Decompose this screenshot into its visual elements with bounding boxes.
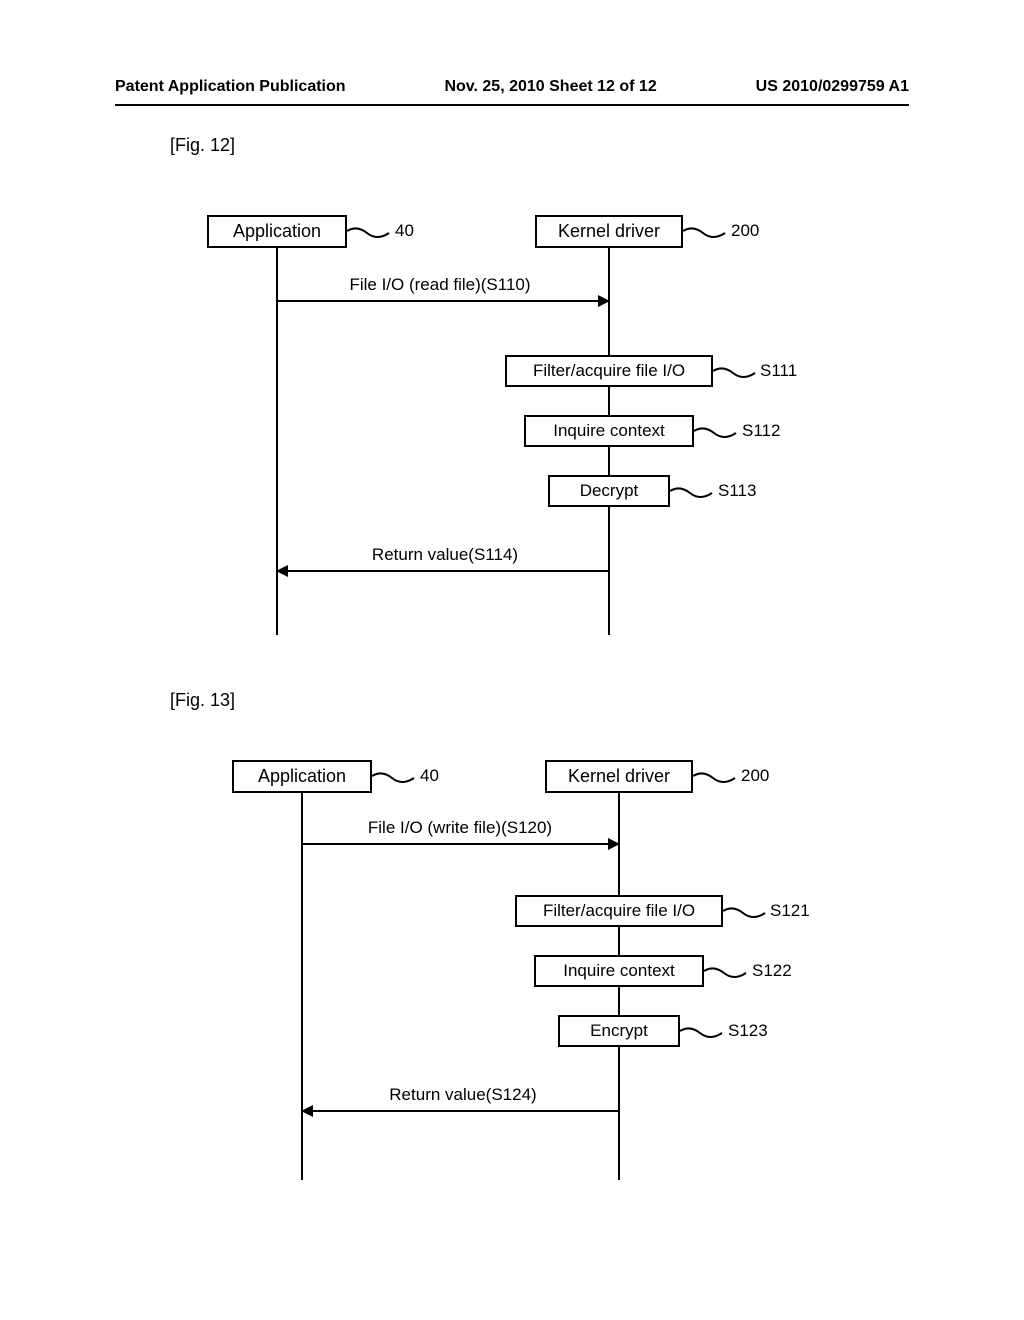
application-ref: 40 [420,766,439,786]
step-ref-s122: S122 [752,961,792,981]
filter-acquire-box: Filter/acquire file I/O [505,355,713,387]
step-ref-s112: S112 [742,421,780,441]
encrypt-box: Encrypt [558,1015,680,1047]
header-right: US 2010/0299759 A1 [756,78,909,96]
ref-curve-icon [694,423,744,443]
header-row: Patent Application Publication Nov. 25, … [115,78,909,96]
ref-curve-icon [670,483,720,503]
application-box: Application [207,215,347,248]
step-ref-s123: S123 [728,1021,768,1041]
ref-curve-icon [347,223,397,243]
ref-curve-icon [693,768,743,788]
ref-curve-icon [683,223,733,243]
application-box: Application [232,760,372,793]
message-line [288,570,608,572]
header-underline [115,104,909,106]
application-ref: 40 [395,221,414,241]
arrow-right-icon [608,838,620,850]
kernel-driver-box: Kernel driver [545,760,693,793]
arrow-left-icon [301,1105,313,1117]
arrow-right-icon [598,295,610,307]
kernel-driver-box: Kernel driver [535,215,683,248]
step-ref-s111: S111 [760,361,797,381]
ref-curve-icon [704,963,754,983]
message-return-value: Return value(S114) [330,545,560,565]
decrypt-box: Decrypt [548,475,670,507]
header-left: Patent Application Publication [115,78,346,96]
header-center: Nov. 25, 2010 Sheet 12 of 12 [444,78,656,96]
figure-13-diagram: Application 40 Kernel driver 200 File I/… [0,760,1024,1180]
step-ref-s113: S113 [718,481,756,501]
filter-acquire-box: Filter/acquire file I/O [515,895,723,927]
kernel-driver-ref: 200 [731,221,759,241]
arrow-left-icon [276,565,288,577]
figure-13-label: [Fig. 13] [170,690,235,711]
inquire-context-box: Inquire context [534,955,704,987]
ref-curve-icon [680,1023,730,1043]
message-return-value: Return value(S124) [348,1085,578,1105]
message-line [303,843,608,845]
ref-curve-icon [723,903,773,923]
figure-12-diagram: Application 40 Kernel driver 200 File I/… [0,215,1024,635]
message-line [313,1110,618,1112]
inquire-context-box: Inquire context [524,415,694,447]
ref-curve-icon [713,363,763,383]
ref-curve-icon [372,768,422,788]
message-line [278,300,598,302]
page: Patent Application Publication Nov. 25, … [0,0,1024,1320]
figure-12-label: [Fig. 12] [170,135,235,156]
message-file-io-read: File I/O (read file)(S110) [300,275,580,295]
step-ref-s121: S121 [770,901,810,921]
kernel-driver-ref: 200 [741,766,769,786]
application-lifeline [301,792,303,1180]
message-file-io-write: File I/O (write file)(S120) [320,818,600,838]
